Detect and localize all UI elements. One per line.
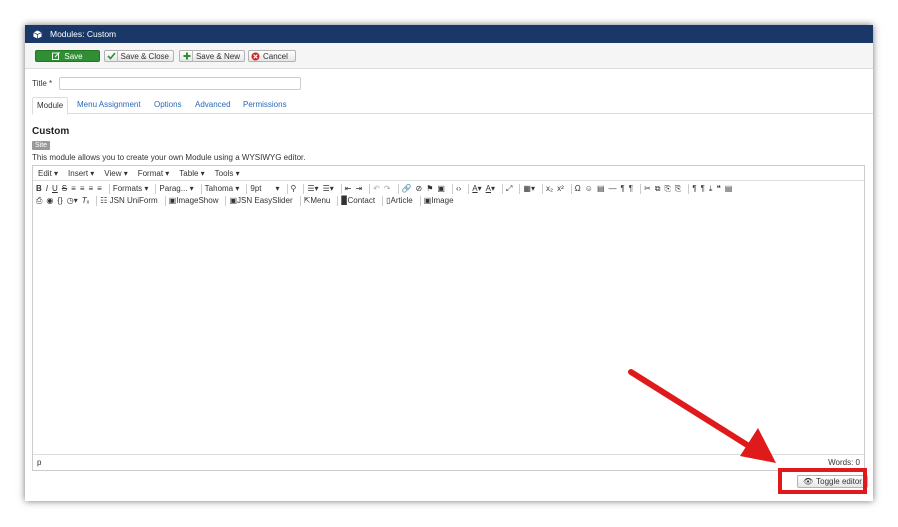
annotation-arrow [628,369,776,463]
